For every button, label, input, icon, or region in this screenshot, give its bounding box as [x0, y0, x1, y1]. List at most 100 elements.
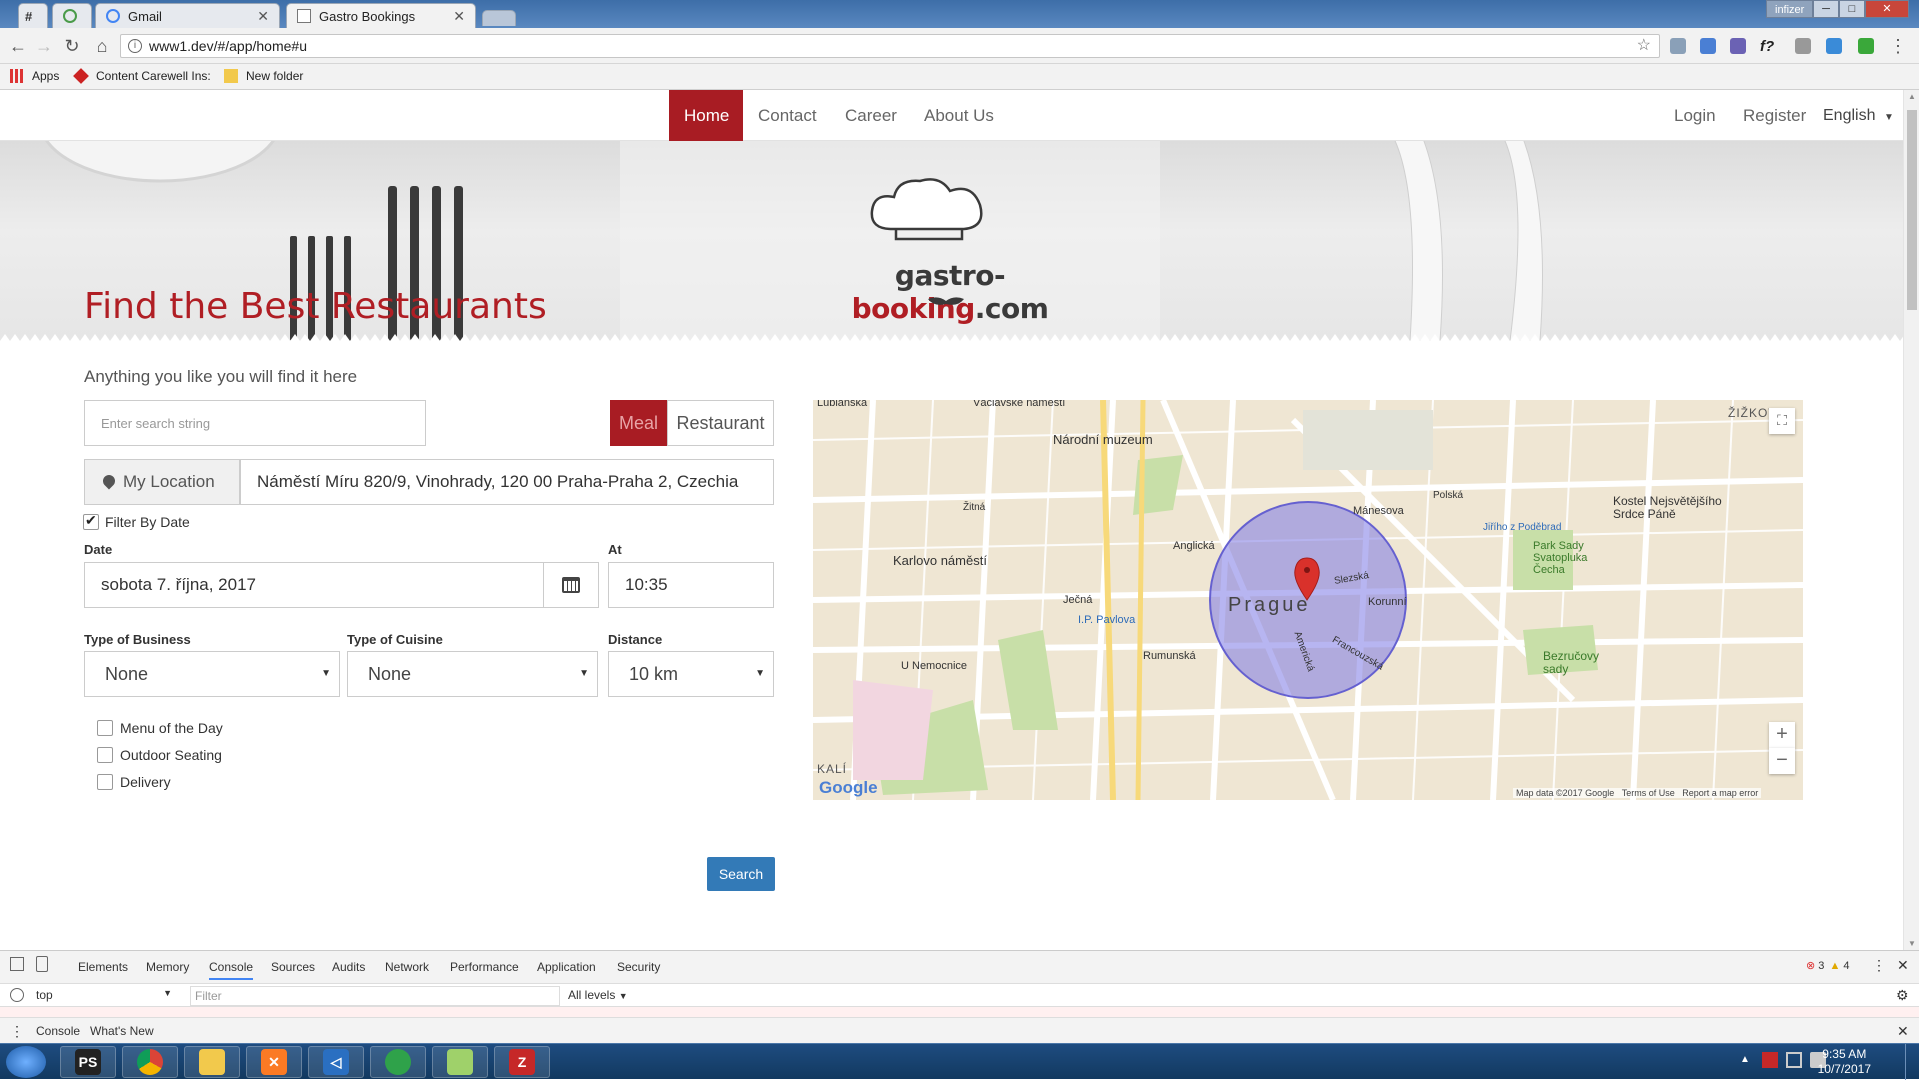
extension-icon[interactable]: [1826, 38, 1842, 54]
context-select[interactable]: top ▼: [36, 988, 176, 1004]
language-dropdown[interactable]: English ▼: [1823, 90, 1894, 141]
clear-console-icon[interactable]: [10, 988, 24, 1002]
scroll-up-icon[interactable]: ▲: [1908, 92, 1916, 101]
profile-badge[interactable]: infizer: [1766, 0, 1814, 18]
more-options-icon[interactable]: ⋮: [1872, 957, 1886, 974]
zoom-in-button[interactable]: +: [1769, 722, 1795, 748]
nav-contact[interactable]: Contact: [743, 90, 832, 141]
url-input[interactable]: i www1.dev/#/app/home#u ☆: [120, 34, 1660, 58]
camera-icon[interactable]: [1795, 38, 1811, 54]
window-close-button[interactable]: ✕: [1865, 0, 1909, 18]
report-map-error-link[interactable]: Report a map error: [1682, 788, 1758, 798]
tab-gmail[interactable]: Gmail ✕: [95, 3, 280, 28]
search-button[interactable]: Search: [707, 857, 775, 891]
toggle-meal[interactable]: Meal: [610, 400, 667, 446]
my-location-button[interactable]: My Location: [84, 459, 240, 505]
show-desktop-button[interactable]: [1905, 1044, 1919, 1080]
close-icon[interactable]: ✕: [453, 8, 465, 25]
devtools-tab-security[interactable]: Security: [617, 960, 660, 974]
drawer-menu-icon[interactable]: ⋮: [10, 1023, 24, 1040]
font-extension-icon[interactable]: f?: [1760, 38, 1776, 55]
info-icon[interactable]: i: [128, 39, 142, 53]
nav-register[interactable]: Register: [1728, 90, 1821, 141]
outdoor-seating-checkbox[interactable]: [97, 747, 113, 763]
inspect-icon[interactable]: [10, 957, 24, 971]
css-extension-icon[interactable]: [1858, 38, 1874, 54]
bookmark-content-carewell[interactable]: Content Carewell Ins:: [73, 68, 211, 84]
bookmark-new-folder[interactable]: New folder: [224, 69, 303, 83]
device-toolbar-icon[interactable]: [36, 956, 48, 972]
toggle-restaurant[interactable]: Restaurant: [667, 400, 774, 446]
taskbar-sourcetree[interactable]: [370, 1046, 426, 1078]
minimize-button[interactable]: ─: [1813, 0, 1839, 18]
close-devtools-icon[interactable]: ✕: [1897, 957, 1909, 974]
network-icon[interactable]: [1786, 1052, 1802, 1068]
bookmark-star-icon[interactable]: ☆: [1637, 35, 1651, 57]
tab-gastro-bookings[interactable]: Gastro Bookings ✕: [286, 3, 476, 28]
devtools-tab-sources[interactable]: Sources: [271, 960, 315, 974]
close-drawer-icon[interactable]: ✕: [1897, 1023, 1909, 1040]
map-widget[interactable]: Lublaňská Václavské náměstí Národní muze…: [813, 400, 1803, 800]
zoom-out-button[interactable]: −: [1769, 748, 1795, 774]
devtools-tab-audits[interactable]: Audits: [332, 960, 365, 974]
delivery-checkbox[interactable]: [97, 774, 113, 790]
eyedropper-icon[interactable]: [1670, 38, 1686, 54]
nav-about-us[interactable]: About Us: [909, 90, 1009, 141]
devtools-tab-application[interactable]: Application: [537, 960, 596, 974]
forward-arrow-icon[interactable]: →: [34, 36, 54, 57]
pinned-tab[interactable]: #: [18, 3, 48, 28]
calendar-button[interactable]: [543, 562, 599, 608]
tray-arrow-icon[interactable]: ▲: [1740, 1054, 1750, 1065]
nav-career[interactable]: Career: [830, 90, 912, 141]
system-clock[interactable]: 9:35 AM 10/7/2017: [1818, 1047, 1871, 1077]
search-input[interactable]: Enter search string: [84, 400, 426, 446]
nav-home[interactable]: Home: [669, 90, 743, 141]
flag-icon[interactable]: [1762, 1052, 1778, 1068]
pinned-tab[interactable]: [52, 3, 92, 28]
devtools-tab-console[interactable]: Console: [209, 960, 254, 980]
type-cuisine-select[interactable]: None ▼: [347, 651, 598, 697]
devtools-tab-elements[interactable]: Elements: [78, 960, 128, 974]
taskbar-phpstorm[interactable]: PS: [60, 1046, 116, 1078]
levels-dropdown[interactable]: All levels ▼: [568, 988, 628, 1002]
devtools-tab-memory[interactable]: Memory: [146, 960, 189, 974]
date-input[interactable]: sobota 7. října, 2017: [84, 562, 544, 608]
new-tab-button[interactable]: [482, 10, 516, 26]
page-scrollbar[interactable]: ▲ ▼: [1903, 90, 1919, 950]
back-arrow-icon[interactable]: ←: [8, 36, 28, 57]
time-input[interactable]: 10:35: [608, 562, 774, 608]
close-icon[interactable]: ✕: [257, 8, 269, 25]
reload-icon[interactable]: ↻: [62, 36, 82, 57]
menu-of-the-day-checkbox[interactable]: [97, 720, 113, 736]
start-button[interactable]: [6, 1046, 46, 1078]
drawer-tab-console[interactable]: Console: [36, 1024, 80, 1038]
distance-select[interactable]: 10 km ▼: [608, 651, 774, 697]
taskbar-xampp[interactable]: ✕: [246, 1046, 302, 1078]
translate-icon[interactable]: [1700, 38, 1716, 54]
settings-gear-icon[interactable]: ⚙: [1896, 987, 1909, 1004]
taskbar-notepad[interactable]: [432, 1046, 488, 1078]
nav-login[interactable]: Login: [1659, 90, 1731, 141]
taskbar-vscode[interactable]: ◁: [308, 1046, 364, 1078]
filter-by-date-checkbox[interactable]: [83, 512, 99, 530]
devtools-tab-performance[interactable]: Performance: [450, 960, 519, 974]
scrollbar-thumb[interactable]: [1907, 110, 1917, 310]
scroll-down-icon[interactable]: ▼: [1908, 939, 1916, 948]
home-icon[interactable]: ⌂: [92, 36, 112, 57]
google-logo[interactable]: Google: [819, 778, 878, 798]
taskbar-explorer[interactable]: [184, 1046, 240, 1078]
type-business-select[interactable]: None ▼: [84, 651, 340, 697]
error-count-badge[interactable]: ⊗ 3 ▲ 4: [1806, 959, 1850, 972]
terms-link[interactable]: Terms of Use: [1622, 788, 1675, 798]
bookmark-apps[interactable]: Apps: [10, 69, 59, 83]
drawer-tab-whats-new[interactable]: What's New: [90, 1024, 154, 1038]
site-logo[interactable]: gastro-booking.com: [800, 171, 1100, 325]
devtools-tab-network[interactable]: Network: [385, 960, 429, 974]
grid-extension-icon[interactable]: [1730, 38, 1746, 54]
fullscreen-icon[interactable]: ⛶: [1769, 408, 1795, 434]
console-filter-input[interactable]: Filter: [190, 986, 560, 1006]
taskbar-filezilla[interactable]: Z: [494, 1046, 550, 1078]
taskbar-chrome[interactable]: [122, 1046, 178, 1078]
location-input[interactable]: Náměstí Míru 820/9, Vinohrady, 120 00 Pr…: [240, 459, 774, 505]
maximize-button[interactable]: □: [1839, 0, 1865, 18]
